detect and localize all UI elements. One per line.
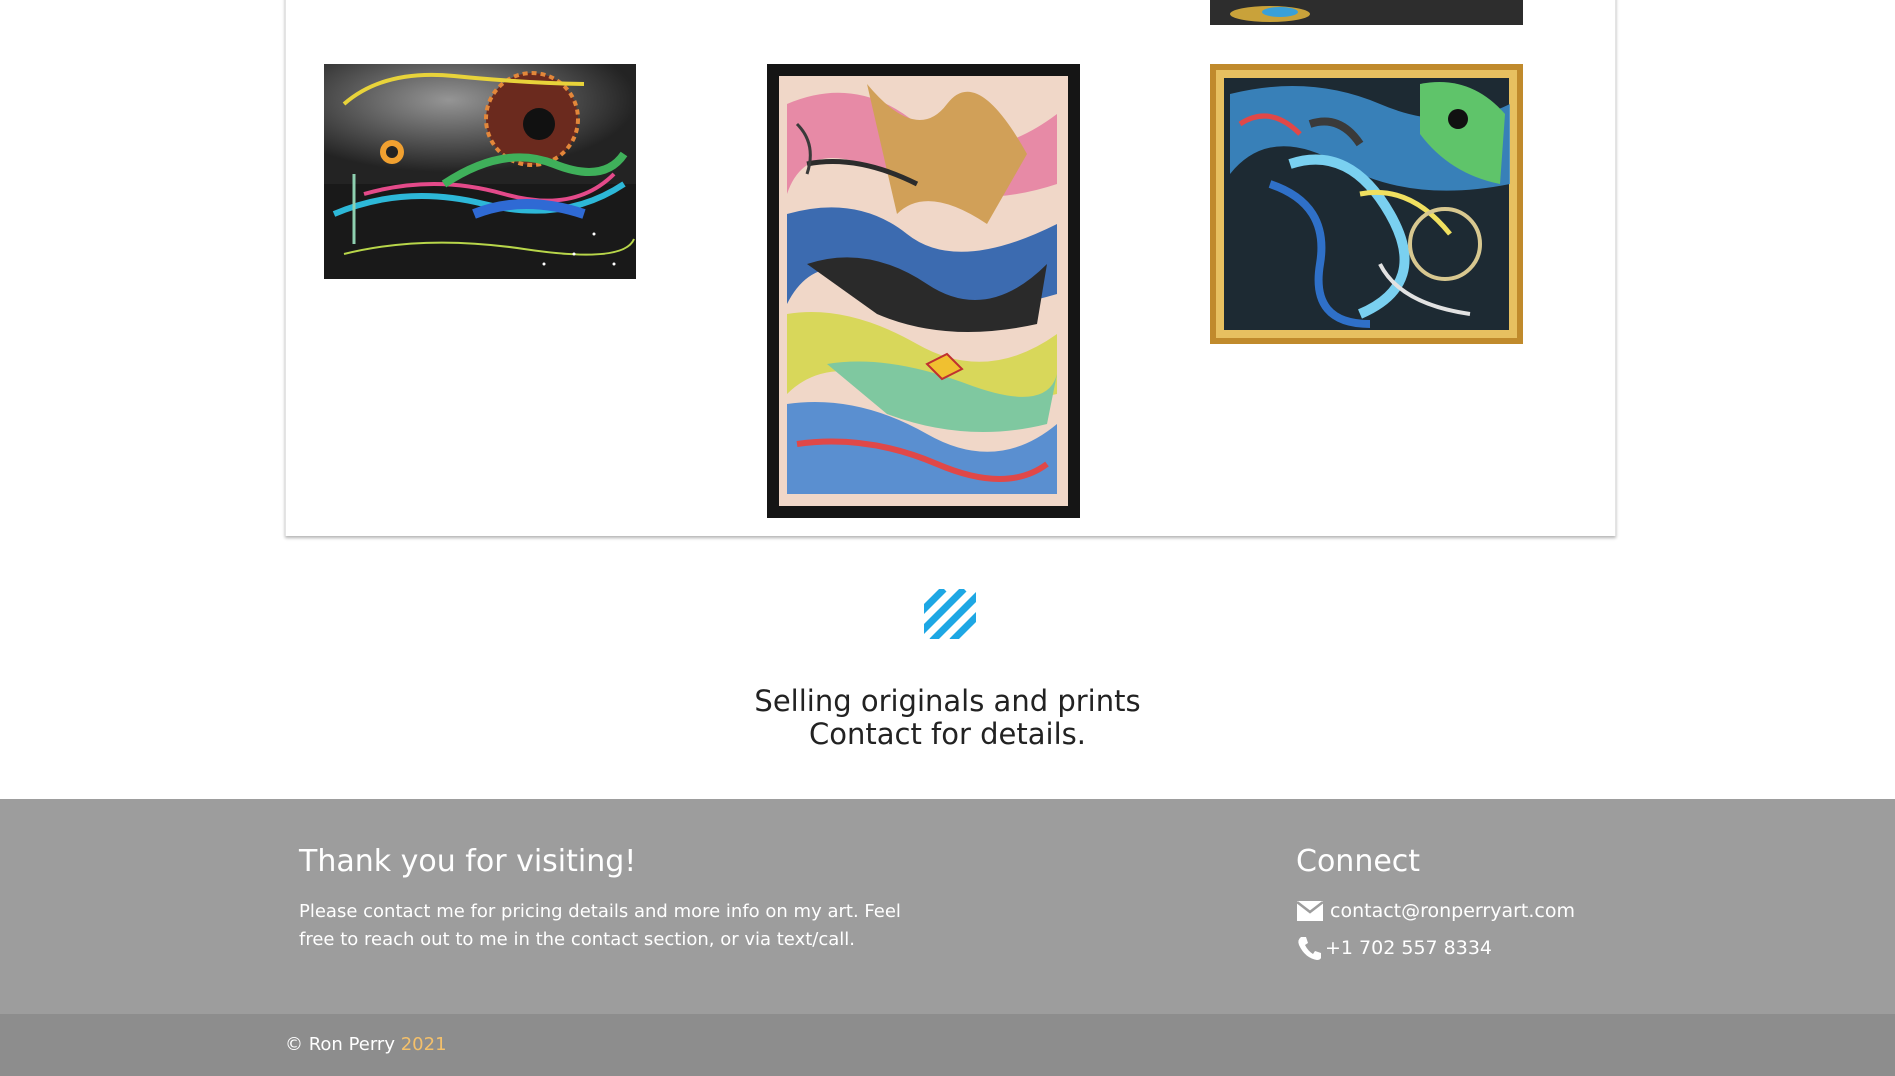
artwork-image-framed[interactable]	[1210, 64, 1523, 344]
phone-icon	[1296, 936, 1322, 960]
footer-thanks-title: Thank you for visiting!	[299, 844, 637, 879]
copyright-bar: © Ron Perry 2021	[0, 1014, 1895, 1076]
mail-icon	[1296, 899, 1324, 923]
contact-email-row[interactable]: contact@ronperryart.com	[1296, 899, 1575, 923]
copyright-owner: © Ron Perry	[285, 1034, 395, 1055]
footer-thanks-text: Please contact me for pricing details an…	[299, 901, 901, 950]
artwork-image-tall[interactable]	[767, 64, 1080, 518]
footer: Thank you for visiting! Please contact m…	[0, 799, 1895, 1014]
contact-email-link[interactable]: contact@ronperryart.com	[1330, 900, 1575, 922]
copyright-year: 2021	[400, 1034, 447, 1055]
contact-phone-row[interactable]: +1 702 557 8334	[1296, 936, 1492, 960]
contact-phone-link[interactable]: +1 702 557 8334	[1325, 937, 1492, 959]
artwork-image-space[interactable]	[324, 64, 636, 279]
selling-headline: Selling originals and prints	[754, 684, 1141, 718]
artwork-image-partial[interactable]	[1210, 0, 1523, 25]
diagonal-stripes-icon	[924, 589, 976, 639]
selling-subline: Contact for details.	[809, 717, 1086, 751]
copyright-text: © Ron Perry 2021	[285, 1034, 447, 1055]
footer-connect-title: Connect	[1296, 844, 1421, 879]
